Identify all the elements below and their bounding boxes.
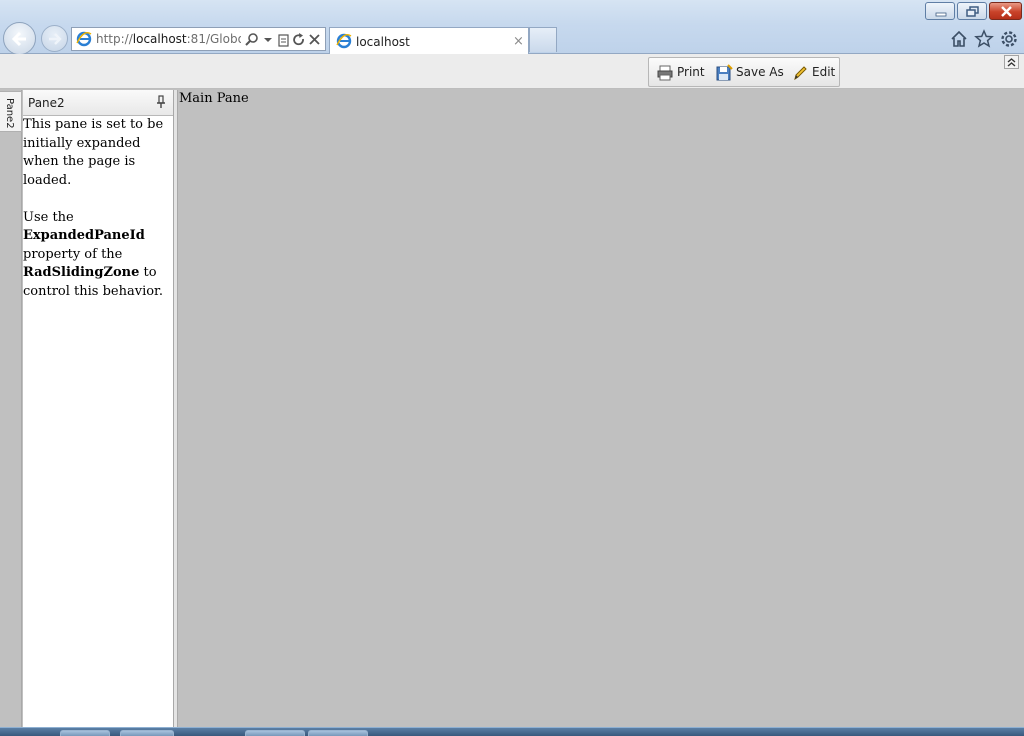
taskbar-item[interactable] [245, 730, 305, 736]
toolbar: Print Save As Edit [648, 57, 840, 87]
close-window-button[interactable] [989, 2, 1022, 20]
forward-arrow-icon [49, 33, 62, 45]
taskbar-item[interactable] [120, 730, 174, 736]
restore-button[interactable] [957, 2, 987, 20]
print-button[interactable]: Print [656, 64, 706, 82]
sliding-pane-body: This pane is set to be initially expande… [23, 116, 173, 301]
address-bar[interactable]: http://localhost:81/GloboC [71, 27, 326, 51]
minimize-icon [935, 12, 947, 17]
double-chevron-up-icon [1007, 58, 1016, 67]
save-as-button[interactable]: Save As [715, 64, 784, 82]
stop-icon[interactable] [307, 32, 323, 48]
printer-icon [657, 65, 673, 81]
search-icon[interactable] [244, 32, 260, 48]
main-pane: Main Pane [178, 90, 1024, 730]
pane-paragraph: Use the ExpandedPaneId property of the R… [23, 209, 163, 299]
page-content: Print Save As Edit Pane2 Pane2 This pane… [0, 54, 1024, 736]
taskbar-item[interactable] [60, 730, 110, 736]
back-button[interactable] [3, 22, 36, 55]
sliding-zone: Pane2 [0, 90, 22, 730]
dropdown-arrow-icon[interactable] [260, 32, 276, 48]
new-tab-button[interactable] [529, 27, 557, 52]
rad-sliding-zone-term: RadSlidingZone [23, 265, 140, 280]
sliding-pane-tab[interactable]: Pane2 [0, 91, 22, 132]
refresh-icon[interactable] [291, 32, 307, 48]
browser-chrome: http://localhost:81/GloboC localhost × [0, 0, 1024, 55]
ie-logo-icon [76, 31, 92, 47]
top-pane: Print Save As Edit [0, 54, 1024, 89]
home-icon[interactable] [949, 29, 969, 49]
pin-icon[interactable] [155, 95, 167, 109]
main-pane-label: Main Pane [179, 91, 249, 106]
restore-icon [966, 6, 979, 17]
expanded-pane-id-term: ExpandedPaneId [23, 228, 145, 243]
taskbar [0, 727, 1024, 736]
tab-title: localhost [356, 35, 410, 49]
forward-button[interactable] [41, 25, 68, 52]
tab-close-icon[interactable]: × [513, 34, 524, 49]
compatibility-view-icon[interactable] [276, 32, 292, 48]
edit-button[interactable]: Edit [791, 64, 835, 82]
sliding-pane: Pane2 This pane is set to be initially e… [23, 90, 174, 730]
save-as-icon [716, 64, 733, 81]
url-text: http://localhost:81/GloboC [96, 32, 241, 46]
favorites-star-icon[interactable] [974, 29, 994, 49]
taskbar-item[interactable] [308, 730, 368, 736]
sliding-pane-header: Pane2 [23, 90, 173, 116]
gear-icon[interactable] [999, 29, 1019, 49]
pencil-icon [794, 66, 807, 81]
collapse-toolbar-button[interactable] [1004, 55, 1019, 69]
tab-localhost[interactable]: localhost × [329, 27, 529, 54]
back-arrow-icon [11, 31, 26, 47]
sliding-pane-title: Pane2 [28, 96, 65, 110]
close-icon [1001, 6, 1012, 17]
minimize-button[interactable] [925, 2, 955, 20]
pane-paragraph: This pane is set to be initially expande… [23, 117, 164, 188]
ie-logo-icon [336, 33, 352, 49]
